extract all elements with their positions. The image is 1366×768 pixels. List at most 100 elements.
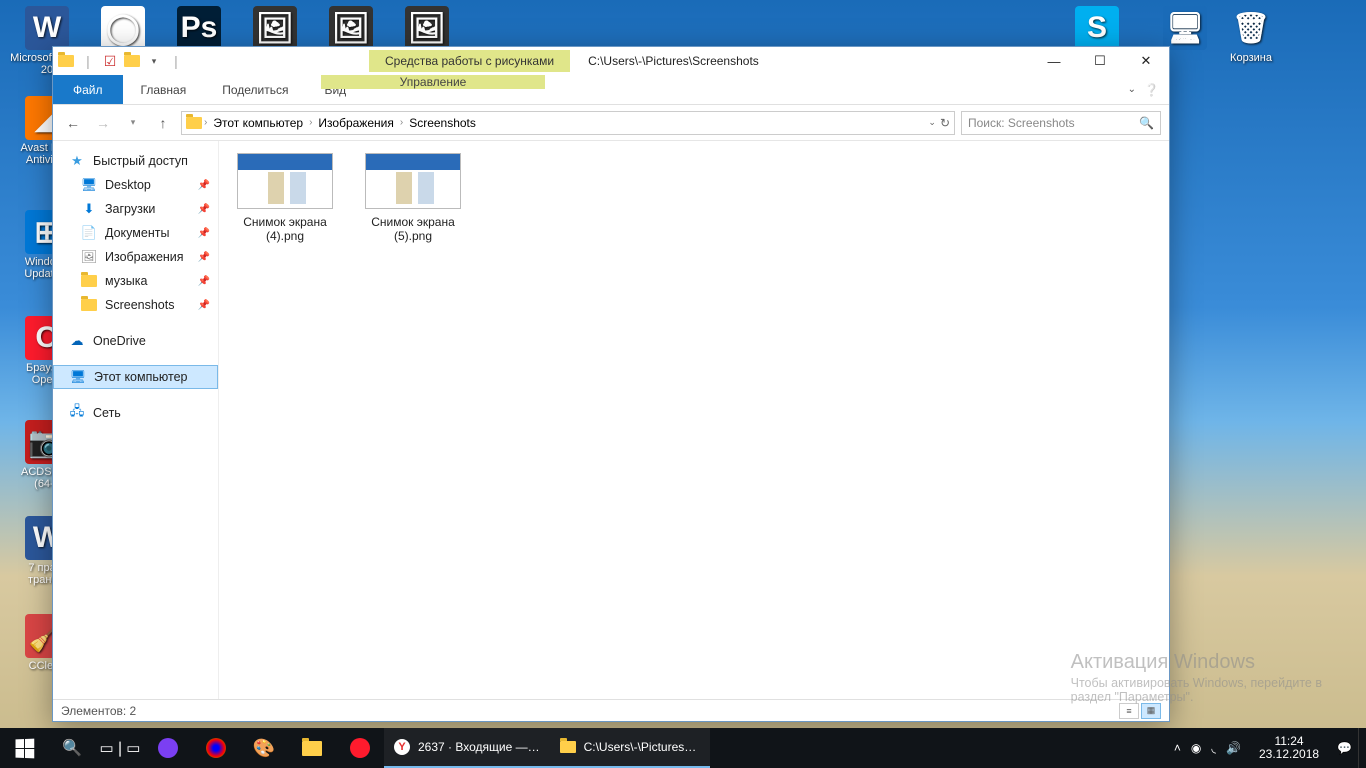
watermark-title: Активация Windows <box>1071 651 1322 674</box>
pinned-app[interactable] <box>192 728 240 768</box>
notifications-icon[interactable]: 💬 <box>1337 741 1352 755</box>
nav-label: Быстрый доступ <box>93 154 188 168</box>
app-icon: 🖼 <box>405 6 449 50</box>
history-dropdown-icon[interactable]: ▾ <box>121 111 145 135</box>
breadcrumb[interactable]: Изображения <box>314 116 397 130</box>
title-bar[interactable]: | ☑ ▾ | Средства работы с рисунками C:\U… <box>53 47 1169 75</box>
nav-item-label: Загрузки <box>105 202 155 216</box>
search-placeholder: Поиск: Screenshots <box>968 116 1075 130</box>
navigation-bar: ← → ▾ ↑ › Этот компьютер › Изображения ›… <box>53 105 1169 141</box>
app-icon: 🖥 <box>1163 6 1207 50</box>
file-item[interactable]: Снимок экрана (5).png <box>363 153 463 244</box>
pin-icon: 📌 <box>198 276 210 287</box>
chevron-right-icon[interactable]: › <box>400 117 403 128</box>
nav-item-label: Изображения <box>105 250 184 264</box>
pin-icon: 📌 <box>198 204 210 215</box>
nav-item-label: Screenshots <box>105 298 174 312</box>
desktop-icon-label: Корзина <box>1214 52 1288 64</box>
window-title: C:\Users\-\Pictures\Screenshots <box>588 54 1031 68</box>
status-bar: Элементов: 2 ≡ ▦ <box>53 699 1169 721</box>
file-explorer-window: | ☑ ▾ | Средства работы с рисунками C:\U… <box>52 46 1170 722</box>
contextual-tab-label: Средства работы с рисунками <box>369 50 570 72</box>
qat-dropdown-icon[interactable]: ▾ <box>145 52 163 70</box>
desktop-icon[interactable]: 🗑Корзина <box>1214 6 1288 64</box>
task-label: 2637 · Входящие —… <box>418 740 540 754</box>
view-details-button[interactable]: ≡ <box>1119 703 1139 719</box>
tab-file[interactable]: Файл <box>53 75 123 104</box>
chevron-right-icon[interactable]: › <box>204 117 207 128</box>
help-icon[interactable]: ❔ <box>1144 83 1159 97</box>
maximize-button[interactable]: ☐ <box>1077 47 1123 75</box>
pin-icon: 📌 <box>198 252 210 263</box>
search-input[interactable]: Поиск: Screenshots 🔍 <box>961 111 1161 135</box>
address-dropdown-icon[interactable]: ⌄ <box>928 117 936 128</box>
nav-this-pc[interactable]: 🖥 Этот компьютер <box>53 365 218 389</box>
quick-access-toolbar: | ☑ ▾ | <box>53 52 189 70</box>
nav-quick-item[interactable]: 🖼Изображения📌 <box>53 245 218 269</box>
forward-button[interactable]: → <box>91 111 115 135</box>
nav-item-icon: ⬇ <box>81 201 97 217</box>
chevron-right-icon[interactable]: › <box>309 117 312 128</box>
ribbon-tabs: Файл Главная Поделиться Вид Управление ⌄… <box>53 75 1169 105</box>
volume-icon[interactable]: 🔊 <box>1226 741 1241 755</box>
folder-icon <box>57 52 75 70</box>
nav-quick-item[interactable]: 📄Документы📌 <box>53 221 218 245</box>
qat-separator-icon: | <box>79 52 97 70</box>
pinned-explorer[interactable] <box>288 728 336 768</box>
clock[interactable]: 11:24 23.12.2018 <box>1251 735 1327 761</box>
tab-manage[interactable]: Управление <box>321 75 545 89</box>
nav-item-icon: 📄 <box>81 225 97 241</box>
cortana-button[interactable] <box>144 728 192 768</box>
address-bar[interactable]: › Этот компьютер › Изображения › Screens… <box>181 111 955 135</box>
taskbar-task[interactable]: Y2637 · Входящие —… <box>384 728 550 768</box>
task-label: C:\Users\-\Pictures… <box>584 740 697 754</box>
nav-label: Этот компьютер <box>94 370 187 384</box>
nav-quick-item[interactable]: музыка📌 <box>53 269 218 293</box>
location-icon[interactable]: ◉ <box>1191 741 1201 755</box>
taskbar-task[interactable]: C:\Users\-\Pictures… <box>550 728 710 768</box>
breadcrumb[interactable]: Screenshots <box>405 116 480 130</box>
tab-share[interactable]: Поделиться <box>204 75 306 104</box>
close-button[interactable]: ✕ <box>1123 47 1169 75</box>
up-button[interactable]: ↑ <box>151 111 175 135</box>
pinned-opera[interactable] <box>336 728 384 768</box>
pin-icon: 📌 <box>198 180 210 191</box>
tab-home[interactable]: Главная <box>123 75 205 104</box>
file-name: Снимок экрана (4).png <box>235 215 335 244</box>
search-icon[interactable]: 🔍 <box>1139 116 1154 130</box>
nav-quick-item[interactable]: ⬇ Загрузки 📌 <box>53 197 218 221</box>
show-desktop-button[interactable] <box>1358 728 1366 768</box>
cloud-icon: ☁ <box>69 333 85 349</box>
minimize-button[interactable]: — <box>1031 47 1077 75</box>
nav-quick-item[interactable]: 🖥Desktop📌 <box>53 173 218 197</box>
tray-overflow-icon[interactable]: ˄ <box>1174 741 1181 755</box>
view-icons-button[interactable]: ▦ <box>1141 703 1161 719</box>
back-button[interactable]: ← <box>61 111 85 135</box>
search-button[interactable]: 🔍 <box>48 728 96 768</box>
nav-onedrive[interactable]: ☁ OneDrive <box>53 329 218 353</box>
refresh-icon[interactable]: ↻ <box>940 116 950 130</box>
checkbox-icon[interactable]: ☑ <box>101 52 119 70</box>
start-button[interactable] <box>0 728 48 768</box>
ribbon-expand-icon[interactable]: ⌄ <box>1128 84 1136 95</box>
task-view-button[interactable]: ▭❘▭ <box>96 728 144 768</box>
app-icon: W <box>25 6 69 50</box>
nav-quick-access[interactable]: ★ Быстрый доступ <box>53 149 218 173</box>
pinned-app[interactable]: 🎨 <box>240 728 288 768</box>
app-icon: S <box>1075 6 1119 50</box>
nav-quick-item[interactable]: Screenshots📌 <box>53 293 218 317</box>
nav-network[interactable]: 🖧 Сеть <box>53 401 218 425</box>
nav-item-label: Desktop <box>105 178 151 192</box>
nav-label: Сеть <box>93 406 121 420</box>
file-list[interactable]: Снимок экрана (4).png Снимок экрана (5).p… <box>219 141 1169 699</box>
file-item[interactable]: Снимок экрана (4).png <box>235 153 335 244</box>
folder-icon <box>186 115 202 131</box>
file-thumbnail <box>365 153 461 209</box>
folder-icon <box>123 52 141 70</box>
wifi-icon[interactable]: ◟ <box>1211 741 1216 755</box>
breadcrumb[interactable]: Этот компьютер <box>209 116 307 130</box>
task-icon <box>560 739 576 755</box>
nav-item-label: Документы <box>105 226 169 240</box>
nav-item-icon <box>81 297 97 313</box>
monitor-icon: 🖥 <box>70 369 86 385</box>
